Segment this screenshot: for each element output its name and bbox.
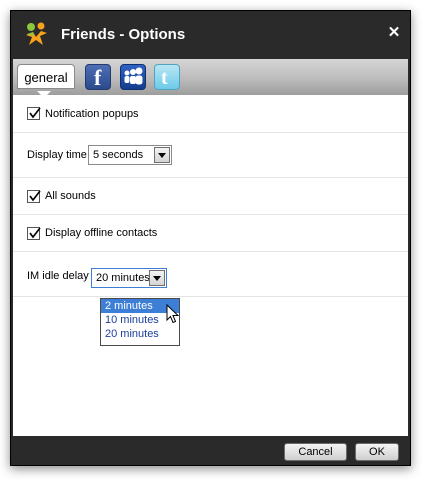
display-time-row: Display time 5 seconds bbox=[13, 133, 408, 178]
display-time-value: 5 seconds bbox=[93, 149, 144, 161]
checkmark-icon bbox=[29, 227, 41, 238]
friends-logo-icon bbox=[26, 22, 47, 45]
tab-general[interactable]: general bbox=[17, 64, 75, 89]
im-idle-delay-value: 20 minutes bbox=[96, 272, 150, 284]
myspace-people-icon bbox=[124, 67, 143, 85]
im-idle-delay-row: IM idle delay 20 minutes bbox=[13, 252, 408, 297]
option-20-minutes[interactable]: 20 minutes bbox=[101, 327, 179, 341]
facebook-icon[interactable]: f bbox=[85, 64, 111, 90]
close-icon[interactable]: ✕ bbox=[386, 25, 402, 41]
im-idle-delay-select[interactable]: 20 minutes bbox=[91, 268, 167, 288]
notification-popups-row: Notification popups bbox=[13, 95, 408, 133]
all-sounds-label: All sounds bbox=[45, 190, 96, 202]
im-idle-delay-label: IM idle delay bbox=[27, 270, 89, 282]
notification-popups-label: Notification popups bbox=[45, 107, 139, 120]
tab-bar: general f t bbox=[13, 59, 408, 98]
general-settings-panel: Notification popups Display time 5 secon… bbox=[13, 95, 408, 436]
all-sounds-row: All sounds bbox=[13, 178, 408, 215]
options-window: Friends - Options ✕ general f t Notifica… bbox=[10, 10, 411, 466]
twitter-icon[interactable]: t bbox=[154, 64, 180, 90]
myspace-icon[interactable] bbox=[120, 64, 146, 90]
display-time-select[interactable]: 5 seconds bbox=[88, 145, 172, 165]
title-bar[interactable]: Friends - Options ✕ bbox=[11, 11, 410, 57]
display-offline-label: Display offline contacts bbox=[45, 227, 158, 239]
facebook-glyph: f bbox=[94, 65, 102, 90]
chevron-down-icon[interactable] bbox=[149, 270, 165, 286]
notification-popups-checkbox[interactable] bbox=[27, 107, 41, 120]
display-offline-row: Display offline contacts bbox=[13, 215, 408, 252]
window-title: Friends - Options bbox=[61, 26, 186, 43]
twitter-glyph: t bbox=[161, 67, 168, 89]
checkmark-icon bbox=[29, 190, 41, 201]
ok-button[interactable]: OK bbox=[355, 443, 399, 461]
checkmark-icon bbox=[29, 107, 41, 119]
all-sounds-checkbox[interactable] bbox=[27, 189, 41, 203]
mouse-pointer-icon bbox=[166, 304, 180, 324]
chevron-down-icon[interactable] bbox=[154, 147, 170, 163]
dialog-footer: Cancel OK bbox=[11, 437, 410, 465]
cancel-button[interactable]: Cancel bbox=[284, 443, 347, 461]
display-offline-checkbox[interactable] bbox=[27, 226, 41, 240]
display-time-label: Display time bbox=[27, 149, 87, 161]
